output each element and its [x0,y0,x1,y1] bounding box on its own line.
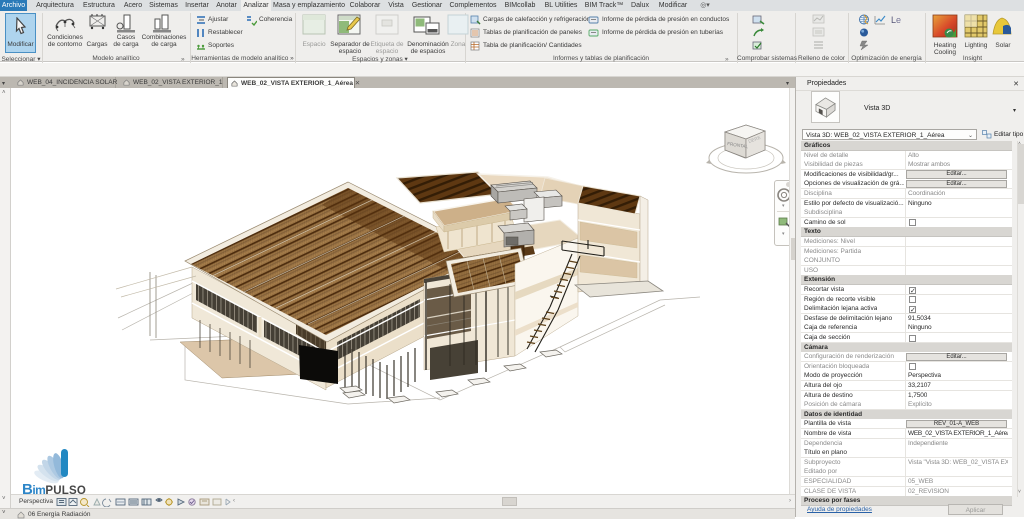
svg-text:Le: Le [891,15,901,25]
